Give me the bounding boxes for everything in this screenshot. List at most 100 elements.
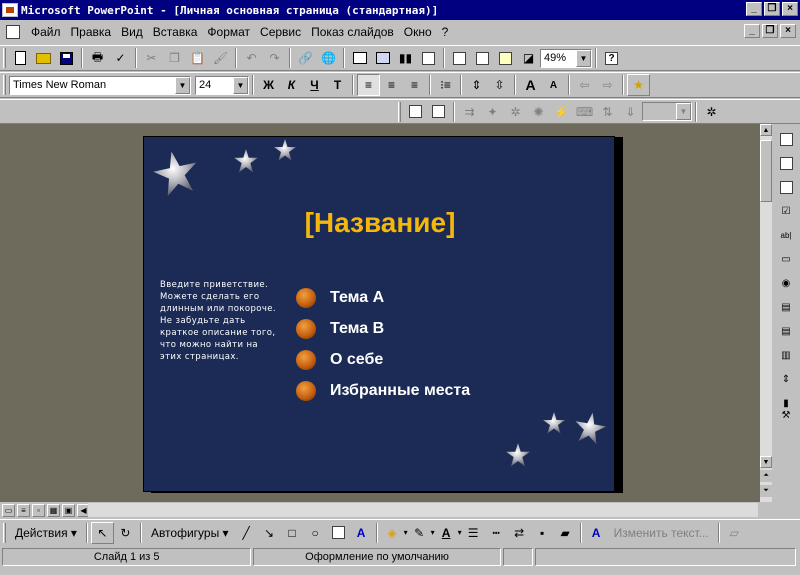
document-icon[interactable] bbox=[6, 25, 20, 39]
open-icon[interactable] bbox=[32, 47, 55, 69]
scroll-up-icon[interactable]: ▲ bbox=[760, 124, 772, 136]
menu-slideshow[interactable]: Показ слайдов bbox=[306, 25, 399, 39]
doc-close-button[interactable]: × bbox=[780, 24, 796, 38]
bold-button[interactable]: Ж bbox=[257, 74, 280, 96]
menu-window[interactable]: Окно bbox=[399, 25, 437, 39]
chevron-down-icon[interactable]: ▼ bbox=[576, 49, 591, 67]
toolbar-grip[interactable] bbox=[3, 48, 6, 68]
arrow-style-icon[interactable]: ⇄ bbox=[508, 522, 531, 544]
shadow-button[interactable]: Т bbox=[326, 74, 349, 96]
design-mode-icon[interactable] bbox=[777, 154, 795, 172]
view-code-icon[interactable] bbox=[777, 178, 795, 196]
spellcheck-icon[interactable]: ✓ bbox=[109, 47, 132, 69]
zoom-select[interactable]: 49% ▼ bbox=[540, 48, 592, 68]
line-color-icon[interactable]: ✎ bbox=[408, 522, 431, 544]
list-item[interactable]: Тема A bbox=[296, 282, 470, 313]
edit-text-button[interactable]: Изменить текст... bbox=[608, 522, 715, 544]
autoshapes-menu[interactable]: Автофигуры ▾ bbox=[145, 522, 235, 544]
3d-icon[interactable]: ▰ bbox=[554, 522, 577, 544]
slideshow-view-icon[interactable]: ▣ bbox=[62, 503, 75, 517]
flash-once-icon[interactable]: ✺ bbox=[527, 101, 550, 123]
menu-view[interactable]: Вид bbox=[116, 25, 148, 39]
copy-icon[interactable]: ❐ bbox=[163, 47, 186, 69]
restore-button[interactable]: ❐ bbox=[764, 2, 780, 16]
increase-font-icon[interactable]: A bbox=[519, 74, 542, 96]
insert-excel-icon[interactable] bbox=[371, 47, 394, 69]
decrease-spacing-icon[interactable]: ⇳ bbox=[488, 74, 511, 96]
underline-button[interactable]: Ч bbox=[303, 74, 326, 96]
textbox-draw-icon[interactable] bbox=[327, 522, 350, 544]
slide-sorter-icon[interactable]: ▦ bbox=[47, 503, 60, 517]
grayscale-icon[interactable]: ◪ bbox=[517, 47, 540, 69]
select-pointer-icon[interactable]: ↖ bbox=[90, 521, 114, 544]
slide-layout-icon[interactable] bbox=[471, 47, 494, 69]
more-controls-icon[interactable]: ⚒ bbox=[777, 406, 795, 424]
scroll-thumb[interactable] bbox=[760, 140, 772, 202]
align-left-icon[interactable]: ≡ bbox=[357, 74, 380, 96]
redo-icon[interactable]: ↷ bbox=[263, 47, 286, 69]
vertical-scrollbar[interactable]: ▲ ▼ ⏶ ⏷ bbox=[760, 124, 772, 502]
actions-menu[interactable]: Действия ▾ bbox=[9, 522, 83, 544]
reverse-order-icon[interactable]: ⇅ bbox=[596, 101, 619, 123]
chevron-down-icon[interactable]: ▼ bbox=[233, 76, 248, 94]
button-control-icon[interactable]: ▭ bbox=[777, 250, 795, 268]
previous-slide-icon[interactable]: ⏶ bbox=[760, 470, 772, 482]
new-icon[interactable] bbox=[9, 47, 32, 69]
increase-spacing-icon[interactable]: ⇕ bbox=[465, 74, 488, 96]
slide-intro-text[interactable]: Введите приветствие. Можете сделать его … bbox=[160, 279, 278, 363]
toolbar-grip[interactable] bbox=[3, 75, 6, 95]
free-rotate-icon[interactable]: ↻ bbox=[114, 522, 137, 544]
close-button[interactable]: × bbox=[782, 2, 798, 16]
wordart-icon[interactable]: A bbox=[350, 522, 373, 544]
toolbar-grip[interactable] bbox=[398, 101, 401, 122]
checkbox-icon[interactable]: ☑ bbox=[777, 202, 795, 220]
arrow-icon[interactable]: ↘ bbox=[258, 522, 281, 544]
help-icon[interactable]: ? bbox=[600, 47, 623, 69]
doc-minimize-button[interactable]: _ bbox=[744, 24, 760, 38]
horizontal-scrollbar[interactable] bbox=[88, 503, 758, 517]
next-slide-icon[interactable]: ⏷ bbox=[760, 485, 772, 497]
apply-design-icon[interactable] bbox=[494, 47, 517, 69]
listbox-icon[interactable]: ▤ bbox=[777, 298, 795, 316]
fill-color-icon[interactable]: ◈ bbox=[381, 522, 404, 544]
minimize-button[interactable]: _ bbox=[746, 2, 762, 16]
rectangle-icon[interactable]: □ bbox=[281, 522, 304, 544]
animation-effects-icon[interactable]: ★ bbox=[627, 74, 650, 96]
laser-text-icon[interactable]: ⚡ bbox=[550, 101, 573, 123]
camera-effect-icon[interactable]: ✲ bbox=[504, 101, 527, 123]
drop-in-icon[interactable]: ⇓ bbox=[619, 101, 642, 123]
animate-title-icon[interactable] bbox=[404, 101, 427, 123]
chevron-down-icon[interactable]: ▼ bbox=[175, 76, 190, 94]
font-size-select[interactable]: 24 ▼ bbox=[195, 75, 249, 95]
flying-effect-icon[interactable]: ✦ bbox=[481, 101, 504, 123]
drive-in-effect-icon[interactable]: ⇉ bbox=[458, 101, 481, 123]
menu-edit[interactable]: Правка bbox=[66, 25, 117, 39]
oval-icon[interactable]: ○ bbox=[304, 522, 327, 544]
list-item[interactable]: О себе bbox=[296, 344, 470, 375]
menu-file[interactable]: Файл bbox=[26, 25, 66, 39]
menu-insert[interactable]: Вставка bbox=[148, 25, 203, 39]
powerpoint-app-icon[interactable] bbox=[2, 3, 18, 17]
bullets-icon[interactable]: ⁝≡ bbox=[434, 74, 457, 96]
toolbar-grip[interactable] bbox=[3, 522, 6, 543]
font-color-icon[interactable]: A bbox=[435, 522, 458, 544]
slide-canvas[interactable]: [Название] Введите приветствие. Можете с… bbox=[143, 136, 615, 492]
menu-format[interactable]: Формат bbox=[202, 25, 255, 39]
align-right-icon[interactable]: ≡ bbox=[403, 74, 426, 96]
dash-style-icon[interactable]: ┅ bbox=[485, 522, 508, 544]
combobox-icon[interactable]: ▤ bbox=[777, 322, 795, 340]
cut-icon[interactable]: ✂ bbox=[140, 47, 163, 69]
web-toolbar-icon[interactable]: 🌐 bbox=[317, 47, 340, 69]
list-item[interactable]: Тема B bbox=[296, 313, 470, 344]
font-name-select[interactable]: Times New Roman ▼ bbox=[9, 75, 191, 95]
text-shape-icon[interactable]: ▱ bbox=[723, 522, 746, 544]
new-slide-icon[interactable] bbox=[448, 47, 471, 69]
toggle-button-icon[interactable]: ▥ bbox=[777, 346, 795, 364]
typewriter-icon[interactable]: ⌨ bbox=[573, 101, 596, 123]
option-button-icon[interactable]: ◉ bbox=[777, 274, 795, 292]
insert-chart-icon[interactable]: ▮▮ bbox=[394, 47, 417, 69]
format-painter-icon[interactable]: 🖌 bbox=[209, 47, 232, 69]
scroll-down-icon[interactable]: ▼ bbox=[760, 456, 772, 468]
line-icon[interactable]: ╱ bbox=[235, 522, 258, 544]
animate-text-icon[interactable] bbox=[427, 101, 450, 123]
